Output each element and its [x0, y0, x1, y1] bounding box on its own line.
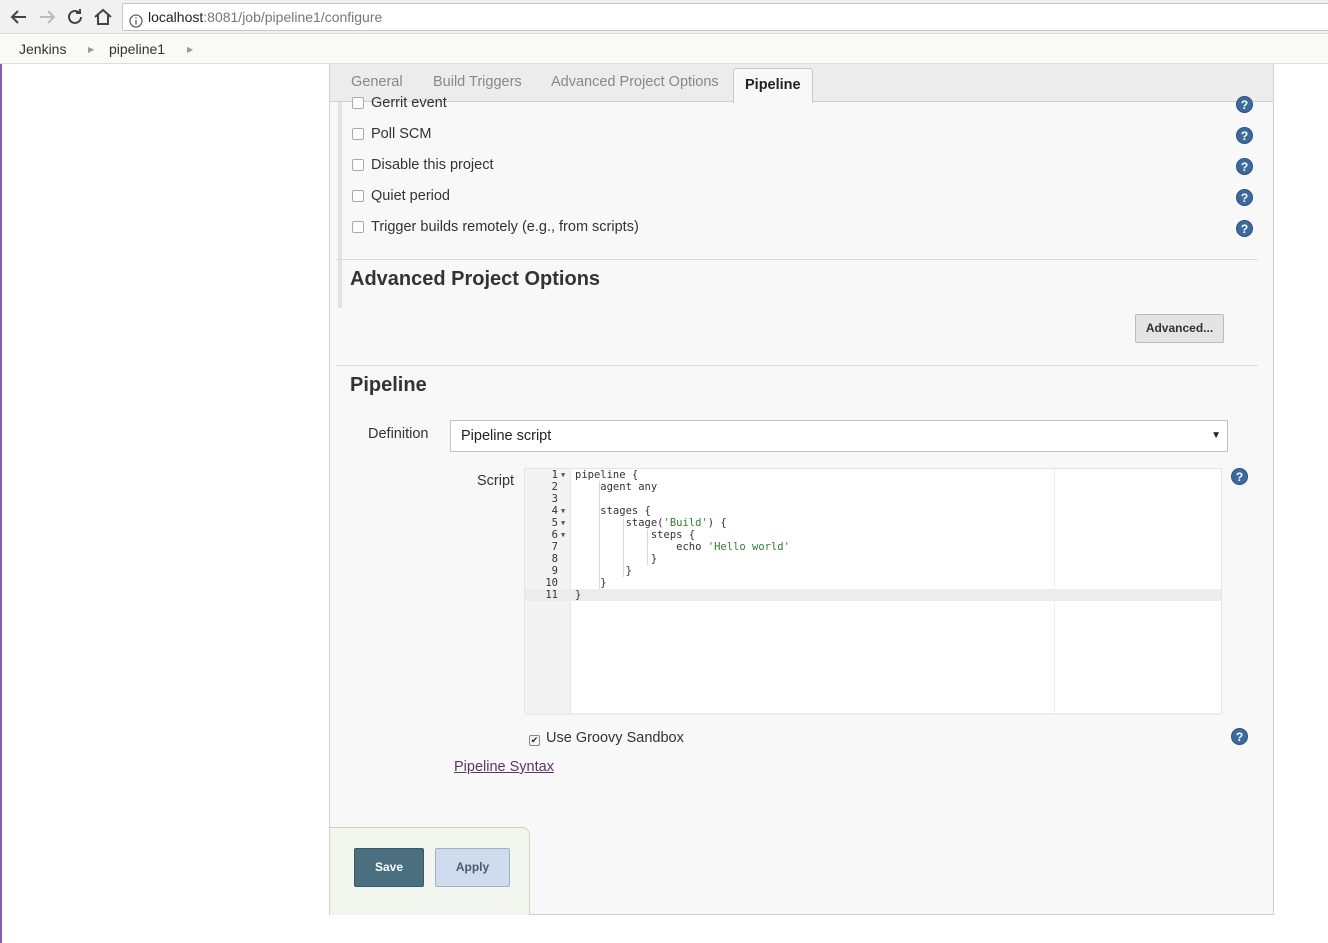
code-line: } — [575, 589, 582, 601]
url-text: localhost:8081/job/pipeline1/configure — [148, 4, 382, 30]
code-line: echo 'Hello world' — [575, 541, 790, 553]
line-number: 10 — [545, 577, 558, 589]
config-tabbar: General Build Triggers Advanced Project … — [330, 64, 1273, 103]
help-icon[interactable]: ? — [1231, 728, 1248, 745]
section-divider — [336, 259, 1258, 260]
print-margin — [1054, 469, 1055, 713]
browser-toolbar: localhost:8081/job/pipeline1/configure — [0, 0, 1328, 34]
line-number: 5 — [551, 517, 558, 529]
url-host: localhost — [148, 9, 204, 25]
code-line: steps { — [575, 529, 696, 541]
fold-toggle-icon[interactable]: ▼ — [561, 529, 565, 541]
line-number: 11 — [545, 589, 558, 601]
bottom-button-bar: Save Apply — [330, 827, 530, 915]
quiet-period-checkbox[interactable] — [352, 190, 364, 202]
editor-scrollbar[interactable] — [525, 713, 1221, 715]
line-number: 4 — [551, 505, 558, 517]
definition-value: Pipeline script — [461, 428, 552, 444]
pipeline-syntax-link[interactable]: Pipeline Syntax — [454, 759, 554, 775]
apply-button[interactable]: Apply — [435, 848, 510, 887]
help-icon[interactable]: ? — [1236, 127, 1253, 144]
code-line: } — [575, 577, 607, 589]
disable-project-checkbox[interactable] — [352, 159, 364, 171]
option-label: Gerrit event — [371, 95, 447, 111]
option-label: Trigger builds remotely (e.g., from scri… — [371, 219, 639, 235]
line-number: 7 — [551, 541, 558, 553]
groovy-sandbox-label: Use Groovy Sandbox — [546, 730, 684, 746]
back-arrow-icon[interactable] — [7, 5, 31, 29]
script-editor[interactable]: 1 2 3 4 5 6 7 8 9 10 11 ▼ ▼ ▼ ▼ pipeline… — [524, 468, 1222, 715]
fold-toggle-icon[interactable]: ▼ — [561, 517, 565, 529]
advanced-button[interactable]: Advanced... — [1135, 314, 1224, 343]
save-button[interactable]: Save — [354, 848, 424, 887]
tab-pipeline[interactable]: Pipeline — [733, 68, 813, 103]
code-line: } — [575, 553, 658, 565]
fold-toggle-icon[interactable]: ▼ — [561, 505, 565, 517]
help-icon[interactable]: ? — [1236, 189, 1253, 206]
config-form: General Build Triggers Advanced Project … — [329, 64, 1274, 915]
definition-label: Definition — [368, 426, 429, 442]
tab-build-triggers[interactable]: Build Triggers — [433, 74, 522, 90]
help-icon[interactable]: ? — [1236, 96, 1253, 113]
line-number: 8 — [551, 553, 558, 565]
option-label: Disable this project — [371, 157, 494, 173]
code-line: agent any — [575, 481, 658, 493]
dropdown-arrow-icon: ▼ — [1211, 430, 1221, 441]
section-border — [338, 102, 342, 308]
pipeline-title: Pipeline — [350, 374, 427, 396]
address-bar[interactable]: localhost:8081/job/pipeline1/configure — [122, 3, 1328, 31]
breadcrumb-jenkins[interactable]: Jenkins — [19, 35, 66, 64]
gerrit-event-checkbox[interactable] — [352, 97, 364, 109]
section-divider — [336, 365, 1258, 366]
script-label: Script — [477, 473, 515, 489]
line-number: 1 — [551, 469, 558, 481]
code-line: } — [575, 565, 632, 577]
tab-advanced-project-options[interactable]: Advanced Project Options — [551, 74, 719, 90]
fold-toggle-icon[interactable]: ▼ — [561, 469, 565, 481]
code-line: pipeline { — [575, 469, 639, 481]
help-icon[interactable]: ? — [1231, 468, 1248, 485]
advanced-options-title: Advanced Project Options — [350, 268, 601, 290]
tab-general[interactable]: General — [351, 74, 403, 90]
reload-icon[interactable] — [63, 5, 87, 29]
breadcrumb-pipeline1[interactable]: pipeline1 — [109, 35, 165, 64]
definition-select[interactable]: Pipeline script ▼ — [450, 420, 1228, 452]
breadcrumb: Jenkins ▶ pipeline1 ▶ — [0, 35, 1328, 64]
line-number: 9 — [551, 565, 558, 577]
line-number: 2 — [551, 481, 558, 493]
help-icon[interactable]: ? — [1236, 220, 1253, 237]
code-line: stages { — [575, 505, 651, 517]
help-icon[interactable]: ? — [1236, 158, 1253, 175]
line-number: 3 — [551, 493, 558, 505]
home-icon[interactable] — [91, 5, 115, 29]
option-label: Poll SCM — [371, 126, 432, 142]
active-line-highlight — [525, 589, 1221, 601]
info-icon[interactable] — [129, 10, 143, 36]
url-path: :8081/job/pipeline1/configure — [203, 9, 383, 25]
breadcrumb-arrow-icon[interactable]: ▶ — [88, 35, 94, 64]
code-line: stage('Build') { — [575, 517, 727, 529]
side-panel — [0, 64, 329, 943]
forward-arrow-icon[interactable] — [35, 5, 59, 29]
breadcrumb-arrow-icon[interactable]: ▶ — [187, 35, 193, 64]
option-label: Quiet period — [371, 188, 450, 204]
trigger-remotely-checkbox[interactable] — [352, 221, 364, 233]
poll-scm-checkbox[interactable] — [352, 128, 364, 140]
groovy-sandbox-checkbox[interactable]: ✔ — [529, 735, 540, 746]
line-number: 6 — [551, 529, 558, 541]
